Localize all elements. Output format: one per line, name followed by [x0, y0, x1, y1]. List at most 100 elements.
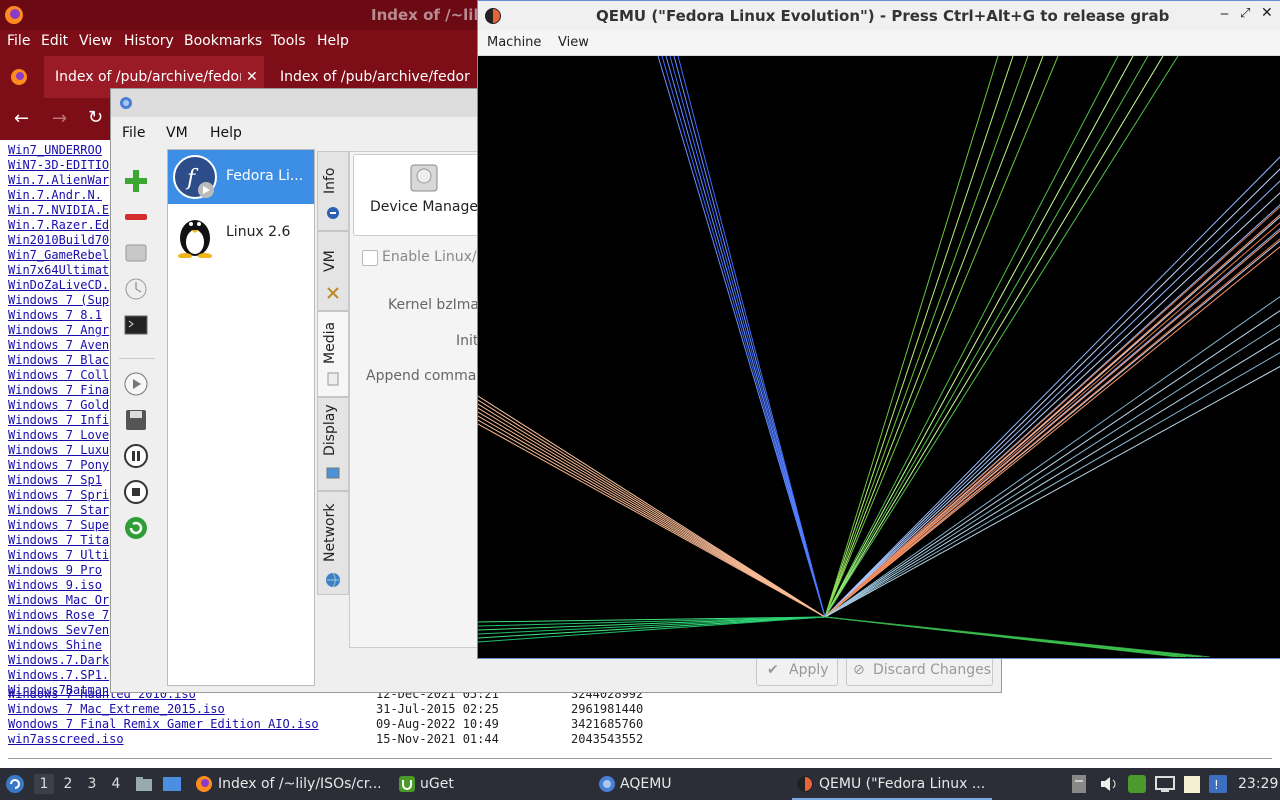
aq-menu-file[interactable]: File	[122, 125, 145, 141]
clock-icon[interactable]	[123, 276, 149, 302]
enable-linux-boot-checkbox[interactable]	[362, 250, 378, 266]
file-link[interactable]: Windows 7 Sp1	[8, 473, 102, 487]
task-firefox[interactable]: Index of /~lily/ISOs/cr...	[193, 768, 388, 800]
aq-menu-vm[interactable]: VM	[166, 125, 188, 141]
file-link[interactable]: Windows 7 Coll	[8, 368, 109, 382]
file-link[interactable]: Windows 7 Angr	[8, 323, 109, 337]
file-link[interactable]: Windows 9 Pro	[8, 563, 102, 577]
tab-display[interactable]: Display	[317, 397, 349, 491]
file-link[interactable]: Windows 7 Spri	[8, 488, 109, 502]
menu-view[interactable]: View	[79, 33, 112, 49]
file-link[interactable]: Windows Shine	[8, 638, 102, 652]
file-link[interactable]: Win7_GameRebel	[8, 248, 109, 262]
file-link[interactable]: WinDoZaLiveCD.	[8, 278, 109, 292]
file-link[interactable]: Windows 7 Aven	[8, 338, 109, 352]
file-link[interactable]: win7asscreed.iso	[8, 732, 124, 746]
file-link[interactable]: Windows 7 Fina	[8, 383, 109, 397]
file-link[interactable]: Windows 7 Star	[8, 503, 109, 517]
file-link[interactable]: Windows 7 Infi	[8, 413, 109, 427]
maximize-icon[interactable]: ⤢	[1240, 6, 1250, 21]
menu-edit[interactable]: Edit	[41, 33, 68, 49]
vm-item-fedora[interactable]: f Fedora Li...	[168, 150, 314, 204]
blue-line-fan	[673, 56, 826, 618]
firefox-view-icon[interactable]	[10, 68, 28, 86]
file-link[interactable]: Windows 7 Supe	[8, 518, 109, 532]
device-manager-button[interactable]: Device Manager	[353, 154, 495, 236]
show-desktop-icon[interactable]	[162, 775, 182, 793]
minimize-icon[interactable]: ‒	[1220, 6, 1229, 22]
network-monitor-icon[interactable]	[1155, 775, 1175, 793]
file-link[interactable]: Win.7.NVIDIA.E	[8, 203, 109, 217]
workspace-1[interactable]: 1	[34, 774, 54, 794]
close-icon[interactable]: ✕	[1261, 5, 1273, 21]
append-label: Append comma	[366, 368, 477, 384]
stop-icon[interactable]	[123, 479, 149, 505]
file-link[interactable]: Win.7.Razer.Ed	[8, 218, 109, 232]
uget-tray-icon[interactable]	[1127, 774, 1147, 794]
task-aqemu[interactable]: AQEMU	[596, 768, 786, 800]
menu-bookmarks[interactable]: Bookmarks	[184, 33, 262, 49]
pause-icon[interactable]	[123, 443, 149, 469]
menu-history[interactable]: History	[124, 33, 174, 49]
save-icon[interactable]	[123, 407, 149, 433]
file-link[interactable]: Windows 7 (Sup	[8, 293, 109, 307]
volume-icon[interactable]	[1099, 775, 1119, 793]
file-link[interactable]: Win2010Build70	[8, 233, 109, 247]
peach-line-fan	[478, 415, 826, 618]
reset-icon[interactable]	[123, 515, 149, 541]
back-arrow-icon[interactable]: ←	[14, 108, 29, 129]
start-menu-icon[interactable]	[5, 774, 25, 794]
file-link[interactable]: Windows Mac Or	[8, 593, 109, 607]
file-link[interactable]: Windows 7 Pony	[8, 458, 109, 472]
vm-item-linux[interactable]: Linux 2.6	[168, 206, 314, 260]
delete-vm-icon[interactable]	[123, 204, 149, 230]
file-link[interactable]: Wondows 7 Final Remix Gamer Edition AIO.…	[8, 717, 319, 731]
play-icon[interactable]	[123, 371, 149, 397]
file-link[interactable]: Windows 7 Love	[8, 428, 109, 442]
tab-vm[interactable]: VM	[317, 231, 349, 311]
file-link[interactable]: Windows 9.iso	[8, 578, 102, 592]
file-link[interactable]: Windows 7 8.1	[8, 308, 102, 322]
menu-help[interactable]: Help	[317, 33, 349, 49]
file-link[interactable]: Windows.7.SP1.	[8, 668, 109, 682]
workspace-2[interactable]: 2	[58, 774, 78, 794]
update-notifier-icon[interactable]: !	[1208, 774, 1228, 794]
terminal-icon[interactable]	[123, 312, 149, 338]
notes-icon[interactable]	[1183, 774, 1201, 794]
file-link[interactable]: Win.7.Andr.N.	[8, 188, 102, 202]
vm-display[interactable]	[478, 56, 1280, 657]
file-link[interactable]: Windows 7 Ulti	[8, 548, 109, 562]
menu-file[interactable]: File	[7, 33, 30, 49]
tab-network[interactable]: Network	[317, 491, 349, 595]
file-link[interactable]: Windows 7 Gold	[8, 398, 109, 412]
file-link[interactable]: WiN7-3D-EDITIO	[8, 158, 109, 172]
file-link[interactable]: Win7_UNDERROO	[8, 143, 102, 157]
disk-icon[interactable]	[123, 240, 149, 266]
reload-icon[interactable]: ↻	[88, 107, 103, 128]
file-link[interactable]: Windows 7 Blac	[8, 353, 109, 367]
tab-info[interactable]: Info	[317, 151, 349, 231]
aq-menu-help[interactable]: Help	[210, 125, 242, 141]
task-uget[interactable]: uGet	[396, 768, 586, 800]
tab-media[interactable]: Media	[317, 311, 349, 397]
file-link[interactable]: Windows Sev7en	[8, 623, 109, 637]
file-link[interactable]: Windows 7 Luxu	[8, 443, 109, 457]
file-link[interactable]: Win7x64Ultimat	[8, 263, 109, 277]
add-vm-icon[interactable]	[123, 168, 149, 194]
file-link[interactable]: Windows 7 Mac_Extreme_2015.iso	[8, 702, 225, 716]
task-qemu[interactable]: QEMU ("Fedora Linux ...	[792, 768, 992, 800]
vm-name: Fedora Li...	[226, 168, 304, 184]
workspace-4[interactable]: 4	[106, 774, 126, 794]
pale-line-fan	[824, 296, 1280, 618]
workspace-3[interactable]: 3	[82, 774, 102, 794]
clipboard-icon[interactable]	[1071, 774, 1087, 794]
file-link[interactable]: Windows.7.Dark	[8, 653, 109, 667]
menu-tools[interactable]: Tools	[271, 33, 306, 49]
menu-machine[interactable]: Machine	[487, 35, 541, 50]
menu-view[interactable]: View	[558, 35, 589, 50]
file-link[interactable]: Windows Rose 7	[8, 608, 109, 622]
file-link[interactable]: Windows 7 Tita	[8, 533, 109, 547]
forward-arrow-icon[interactable]: →	[52, 108, 67, 129]
file-link[interactable]: Win.7.AlienWar	[8, 173, 109, 187]
file-manager-icon[interactable]	[135, 775, 153, 793]
